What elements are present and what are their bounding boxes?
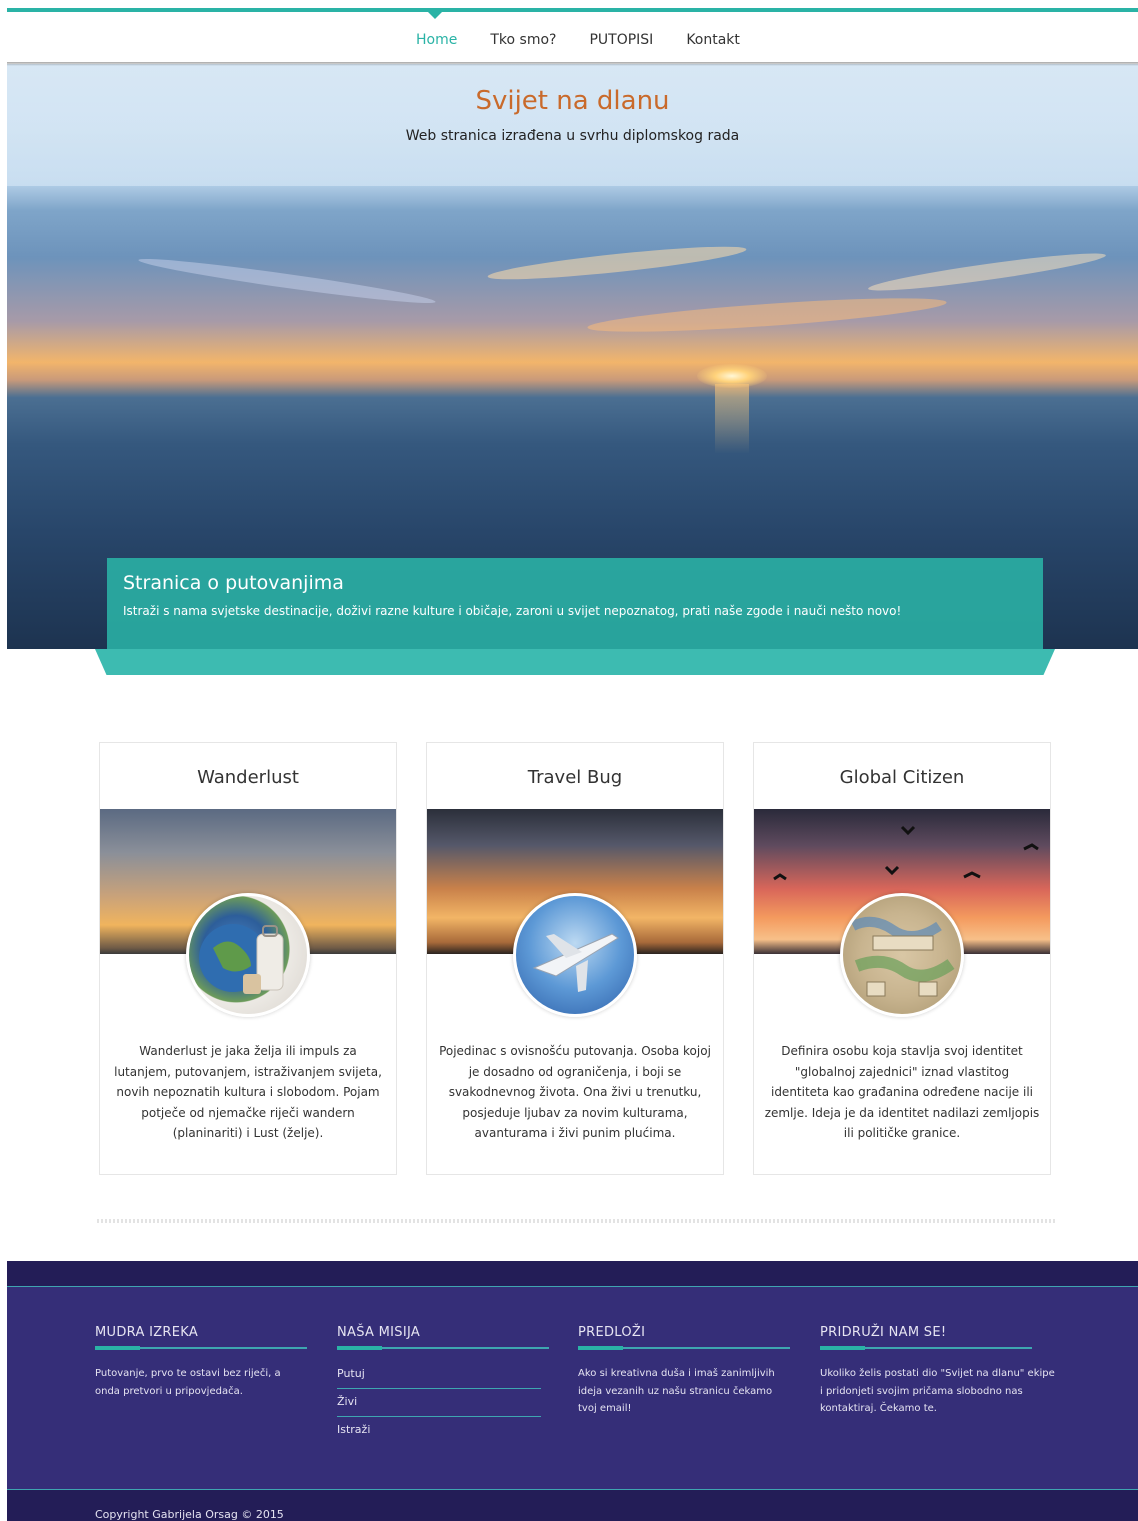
card-wanderlust: Wanderlust Wanderlust je jaka želja ili …	[99, 742, 397, 1175]
card-title: Travel Bug	[527, 767, 623, 788]
nav-item-putopisi[interactable]: PUTOPISI	[589, 32, 653, 48]
footer-col-text: Ukoliko želis postati dio "Svijet na dla…	[820, 1368, 1055, 1414]
feature-cards: Wanderlust Wanderlust je jaka želja ili …	[99, 742, 1051, 1175]
site-subtitle: Web stranica izrađena u svrhu diplomskog…	[405, 128, 740, 144]
banner-text: Istraži s nama svjetske destinacije, dož…	[123, 604, 902, 618]
footer-link-zivi[interactable]: Živi	[337, 1389, 541, 1417]
footer-col-text: Ako si kreativna duša i imaš zanimljivih…	[578, 1368, 775, 1414]
main-nav: Home Tko smo? PUTOPISI Kontakt	[7, 12, 1138, 64]
card-text: Wanderlust je jaka želja ili impuls za l…	[114, 1044, 382, 1140]
cloud-streak	[137, 253, 437, 309]
footer-col-mudra-izreka: MUDRA IZREKA Putovanje, prvo te ostavi b…	[95, 1325, 307, 1400]
footer-col-rule	[820, 1346, 1032, 1350]
card-title: Wanderlust	[197, 767, 299, 788]
footer-col-rule	[337, 1346, 549, 1350]
nav-items: Home Tko smo? PUTOPISI Kontakt	[416, 32, 740, 48]
active-nav-indicator	[428, 12, 442, 19]
card-text: Definira osobu koja stavlja svoj identit…	[764, 1044, 1040, 1140]
footer-links: Putuj Živi Istraži	[337, 1361, 541, 1445]
banner-ribbon-base	[95, 649, 1055, 675]
sun-reflection	[715, 384, 749, 454]
footer-col-title: PREDLOŽI	[578, 1325, 646, 1340]
hero-banner: Stranica o putovanjima Istraži s nama sv…	[107, 558, 1043, 649]
card-travel-bug: Travel Bug Pojedinac s ovisnošću putovan…	[426, 742, 724, 1175]
nav-item-kontakt[interactable]: Kontakt	[686, 32, 740, 48]
page: Home Tko smo? PUTOPISI Kontakt Svijet na…	[7, 0, 1138, 1521]
globe-suitcase-icon	[186, 893, 310, 1017]
footer: MUDRA IZREKA Putovanje, prvo te ostavi b…	[7, 1261, 1138, 1521]
copyright-text: Copyright Gabrijela Orsag © 2015	[95, 1508, 284, 1521]
footer-link-putuj[interactable]: Putuj	[337, 1361, 541, 1389]
cloud-streak	[486, 240, 748, 286]
footer-col-title: NAŠA MISIJA	[337, 1325, 421, 1340]
footer-col-rule	[578, 1346, 790, 1350]
hero-sky-overlay	[7, 64, 1138, 186]
card-text: Pojedinac s ovisnošću putovanja. Osoba k…	[439, 1044, 711, 1140]
footer-col-predlozi: PREDLOŽI Ako si kreativna duša i imaš za…	[578, 1325, 790, 1418]
nav-item-home[interactable]: Home	[416, 32, 457, 48]
section-divider	[97, 1219, 1055, 1223]
cloud-streak	[586, 291, 948, 339]
airplane-icon	[513, 893, 637, 1017]
card-global-citizen: Global Citizen Definira osobu koja stavl…	[753, 742, 1051, 1175]
nav-shadow	[7, 62, 1138, 66]
site-title: Svijet na dlanu	[475, 86, 670, 116]
cloud-streak	[867, 247, 1107, 297]
footer-top-band	[7, 1261, 1138, 1287]
nav-item-tko-smo[interactable]: Tko smo?	[490, 32, 556, 48]
footer-bottom-band: Copyright Gabrijela Orsag © 2015	[7, 1489, 1138, 1521]
banner-title: Stranica o putovanjima	[123, 572, 344, 594]
footer-col-pridruzi-nam-se: PRIDRUŽI NAM SE! Ukoliko želis postati d…	[820, 1325, 1056, 1418]
footer-col-nasa-misija: NAŠA MISIJA Putuj Živi Istraži	[337, 1325, 549, 1445]
footer-col-rule	[95, 1346, 307, 1350]
footer-col-title: PRIDRUŽI NAM SE!	[820, 1325, 947, 1340]
travel-map-icon	[840, 893, 964, 1017]
footer-link-istrazi[interactable]: Istraži	[337, 1417, 541, 1445]
footer-col-title: MUDRA IZREKA	[95, 1325, 199, 1340]
card-title: Global Citizen	[839, 767, 965, 788]
footer-col-text: Putovanje, prvo te ostavi bez riječi, a …	[95, 1368, 281, 1397]
